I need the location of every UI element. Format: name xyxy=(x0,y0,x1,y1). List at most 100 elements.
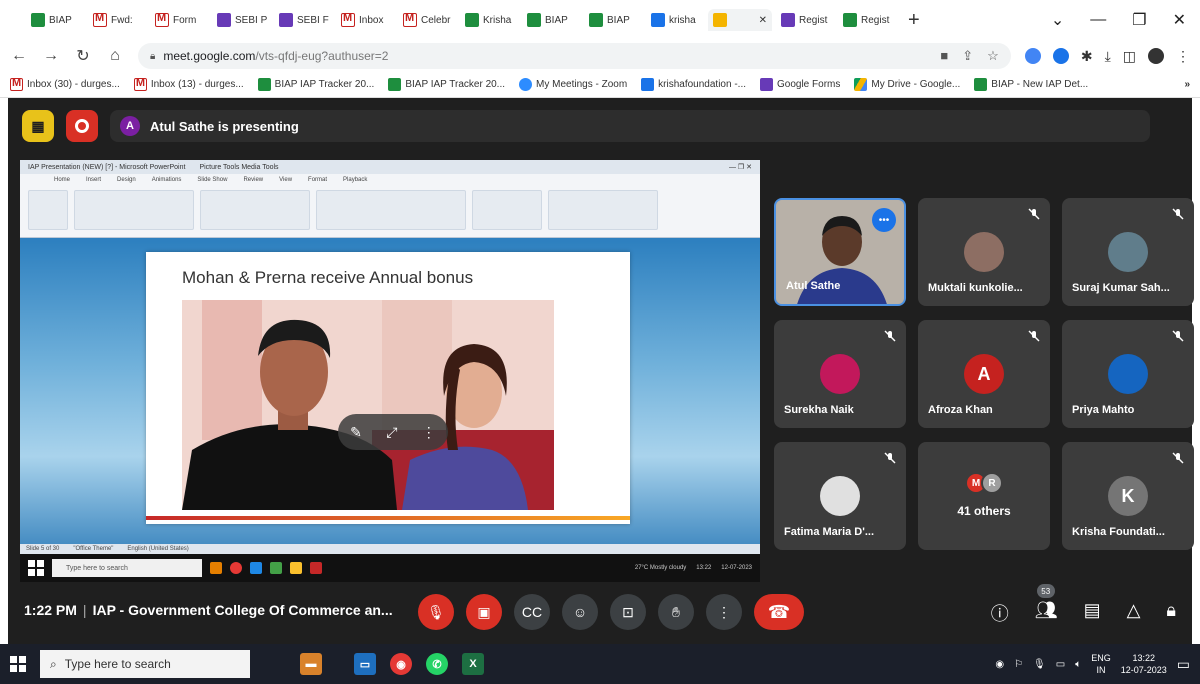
participant-tile[interactable]: ••• Atul Sathe xyxy=(774,198,906,306)
browser-tab[interactable]: Celebr xyxy=(398,9,456,31)
profile-avatar[interactable] xyxy=(1148,48,1164,64)
bookmark-item[interactable]: krishafoundation -... xyxy=(641,78,746,91)
others-tile[interactable]: M R 41 others xyxy=(918,442,1050,550)
browser-tab[interactable]: Krisha xyxy=(460,9,518,31)
captions-button[interactable]: CC xyxy=(514,594,550,630)
browser-tab[interactable]: Fwd: xyxy=(88,9,146,31)
bookmark-item[interactable]: Inbox (30) - durges... xyxy=(10,77,120,91)
slide-illustration xyxy=(182,300,554,510)
participant-tile[interactable]: Suraj Kumar Sah... xyxy=(1062,198,1194,306)
leave-call-button[interactable]: ☎︎ xyxy=(754,594,804,630)
pin-icon[interactable]: ✎ xyxy=(350,424,362,441)
tab-search-icon[interactable]: ⌄ xyxy=(1051,10,1064,30)
new-tab-button[interactable]: + xyxy=(908,9,920,32)
lock-icon: 🔒︎ xyxy=(150,50,156,62)
browser-tab[interactable]: BIAP xyxy=(26,9,84,31)
bookmark-item[interactable]: BIAP IAP Tracker 20... xyxy=(257,78,375,91)
host-controls-icon[interactable]: 🔒︎ xyxy=(1166,600,1176,626)
browser-tab[interactable]: Form xyxy=(150,9,208,31)
emoji-reaction-button[interactable]: ☺ xyxy=(562,594,598,630)
taskbar-search[interactable]: ⌕ Type here to search xyxy=(40,650,250,678)
participant-tile[interactable]: K Krisha Foundati... xyxy=(1062,442,1194,550)
bookmark-item[interactable]: My Drive - Google... xyxy=(854,78,960,91)
browser-tab[interactable]: Regist xyxy=(776,9,834,31)
camera-off-button[interactable]: ▣ xyxy=(466,594,502,630)
bookmark-label: BIAP IAP Tracker 20... xyxy=(274,79,375,90)
participant-tile[interactable]: Muktali kunkolie... xyxy=(918,198,1050,306)
download-icon[interactable]: ⤓ xyxy=(1105,48,1111,65)
network-icon[interactable]: ⚐ xyxy=(1014,659,1023,670)
more-options-button[interactable]: ⋮ xyxy=(706,594,742,630)
bookmark-item[interactable]: My Meetings - Zoom xyxy=(519,78,627,91)
browser-tab[interactable]: BIAP xyxy=(584,9,642,31)
forward-icon[interactable]: → xyxy=(42,47,60,65)
volume-icon[interactable]: 🔈︎ xyxy=(1075,659,1081,670)
browser-tab[interactable]: SEBI F xyxy=(274,9,332,31)
reload-icon[interactable]: ↻ xyxy=(74,46,92,66)
briefcase-app-icon[interactable]: ▬ xyxy=(300,653,322,675)
bookmarks-overflow-icon[interactable]: » xyxy=(1184,79,1190,90)
browser-tab[interactable]: BIAP xyxy=(522,9,580,31)
ppt-ribbon-tab: Playback xyxy=(343,177,368,183)
bookmark-item[interactable]: BIAP IAP Tracker 20... xyxy=(388,78,505,91)
participant-tile[interactable]: Priya Mahto xyxy=(1062,320,1194,428)
zoom-fit-icon[interactable]: ⤢ xyxy=(386,424,397,441)
extension-g-icon[interactable] xyxy=(1024,48,1041,64)
close-window-button[interactable]: ✕ xyxy=(1173,10,1186,30)
bookmark-item[interactable]: Google Forms xyxy=(760,78,840,91)
extension-c-icon[interactable] xyxy=(1052,48,1069,64)
restore-button[interactable]: ❐ xyxy=(1132,10,1146,30)
url-bar[interactable]: 🔒︎ meet.google.com/vts-qfdj-eug?authuser… xyxy=(138,43,1011,69)
share-icon[interactable]: ⇪ xyxy=(962,48,973,64)
activities-icon[interactable]: ▦ xyxy=(22,110,54,142)
meet-control-bar: 1:22 PM | IAP - Government College Of Comm… xyxy=(8,582,1192,644)
file-explorer-icon[interactable]: ▭ xyxy=(354,653,376,675)
meeting-details-icon[interactable]: ⓘ xyxy=(991,600,1009,626)
bookmarks-bar: Inbox (30) - durges... Inbox (13) - durge… xyxy=(0,72,1200,98)
browser-tab[interactable]: Regist xyxy=(838,9,896,31)
recording-icon[interactable] xyxy=(66,110,98,142)
raise-hand-button[interactable]: ✋︎ xyxy=(658,594,694,630)
language-indicator[interactable]: ENG IN xyxy=(1091,652,1111,676)
participant-name: Fatima Maria D'... xyxy=(784,526,875,538)
mic-off-button[interactable]: 🎙︎ xyxy=(418,594,454,630)
participant-tile[interactable]: A Afroza Khan xyxy=(918,320,1050,428)
whatsapp-icon[interactable]: ✆ xyxy=(426,653,448,675)
bookmark-item[interactable]: Inbox (13) - durges... xyxy=(133,77,244,91)
battery-icon[interactable]: ▭ xyxy=(1056,659,1065,670)
camera-icon[interactable]: ■ xyxy=(940,48,948,64)
present-screen-button[interactable]: ⊡ xyxy=(610,594,646,630)
browser-menu-icon[interactable]: ⋮ xyxy=(1176,48,1190,65)
extensions-puzzle-icon[interactable]: ✱ xyxy=(1081,48,1093,65)
chrome-tray-icon[interactable]: ◉ xyxy=(995,659,1004,670)
taskbar-clock[interactable]: 13:22 12-07-2023 xyxy=(1121,652,1167,676)
back-icon[interactable]: ← xyxy=(10,47,28,65)
home-icon[interactable]: ⌂ xyxy=(106,47,124,65)
bookmark-star-icon[interactable]: ☆ xyxy=(987,48,999,64)
minimize-button[interactable]: — xyxy=(1090,11,1106,29)
browser-tab[interactable]: Inbox xyxy=(336,9,394,31)
chat-icon[interactable]: ▤ xyxy=(1084,600,1101,626)
slide-footer-bar xyxy=(146,516,630,520)
participant-tile[interactable]: Fatima Maria D'... xyxy=(774,442,906,550)
browser-tab-label: BIAP xyxy=(545,14,568,26)
excel-icon[interactable]: X xyxy=(462,653,484,675)
start-button[interactable] xyxy=(10,656,26,672)
others-avatar: R xyxy=(981,472,1003,494)
shared-start-icon xyxy=(28,560,44,576)
browser-tab[interactable]: SEBI P xyxy=(212,9,270,31)
bookmark-item[interactable]: BIAP - New IAP Det... xyxy=(974,78,1088,91)
people-button[interactable]: 👥︎ 53 xyxy=(1035,584,1058,626)
meeting-clock: 1:22 PM xyxy=(24,602,77,618)
side-panel-icon[interactable]: ◫ xyxy=(1123,48,1136,65)
participant-tile[interactable]: Surekha Naik xyxy=(774,320,906,428)
activities-menu-icon[interactable]: △ xyxy=(1127,600,1141,626)
chrome-icon[interactable]: ◉ xyxy=(390,653,412,675)
notification-icon[interactable]: ▭ xyxy=(1177,656,1190,673)
shared-search-box: Type here to search xyxy=(52,559,202,577)
close-tab-icon[interactable]: ✕ xyxy=(759,15,767,26)
browser-tab[interactable]: ✕ xyxy=(708,9,772,31)
mic-tray-icon[interactable]: 🎙︎ xyxy=(1033,659,1046,670)
browser-tab[interactable]: krisha xyxy=(646,9,704,31)
more-options-icon[interactable]: ⋮ xyxy=(422,424,436,441)
